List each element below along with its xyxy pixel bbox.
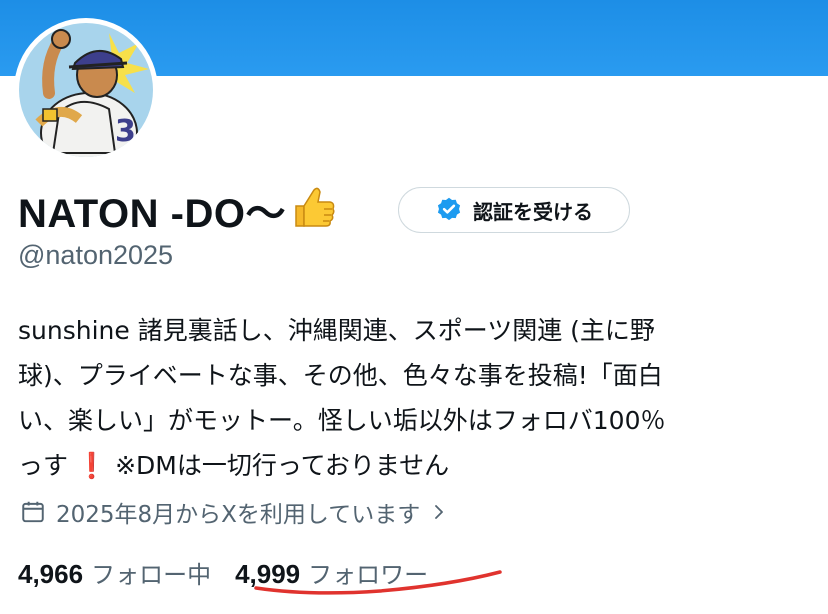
get-verified-button[interactable]: 認証を受ける — [398, 187, 630, 233]
bio-line-fragment: っす — [18, 451, 69, 480]
following-count: 4,966 — [18, 558, 84, 589]
avatar[interactable]: 3 — [14, 18, 158, 162]
following-label: フォロー中 — [91, 560, 212, 589]
verified-badge-icon — [437, 197, 461, 221]
avatar-image: 3 — [19, 23, 153, 157]
thumbs-up-icon — [295, 187, 335, 227]
followers-label: フォロワー — [308, 560, 429, 589]
display-name: NATON -DO〜 — [18, 192, 286, 236]
bio-line: sunshine 諸見裏話し、沖縄関連、スポーツ関連 (主に野 — [18, 316, 655, 345]
followers-link[interactable]: 4,999 フォロワー — [235, 555, 428, 590]
bio-line-fragment: ※DMは一切行っておりません — [115, 451, 450, 480]
chevron-right-icon — [435, 505, 444, 519]
get-verified-label: 認証を受ける — [473, 199, 593, 224]
joined-date-text: 2025年8月からXを利用しています — [56, 502, 421, 528]
following-link[interactable]: 4,966 フォロー中 — [18, 555, 211, 590]
follow-stats: 4,966 フォロー中 4,999 フォロワー — [18, 552, 452, 592]
calendar-icon — [22, 501, 44, 523]
name-row: NATON -DO〜 — [18, 180, 336, 240]
user-handle: @naton2025 — [18, 240, 174, 270]
bio-line: い、楽しい」がモットー。怪しい垢以外はフォロバ100％ — [18, 406, 666, 435]
bio-line: っす ❗ ※DMは一切行っておりません — [18, 443, 808, 488]
followers-count: 4,999 — [235, 558, 301, 589]
bio-line: 球)、プライベートな事、その他、色々な事を投稿!「面白 — [18, 361, 663, 390]
svg-text:3: 3 — [115, 114, 136, 149]
exclamation-icon: ❗ — [75, 451, 108, 480]
bio: sunshine 諸見裏話し、沖縄関連、スポーツ関連 (主に野 球)、プライベー… — [18, 308, 808, 488]
joined-date-link[interactable]: 2025年8月からXを利用しています — [20, 494, 448, 530]
